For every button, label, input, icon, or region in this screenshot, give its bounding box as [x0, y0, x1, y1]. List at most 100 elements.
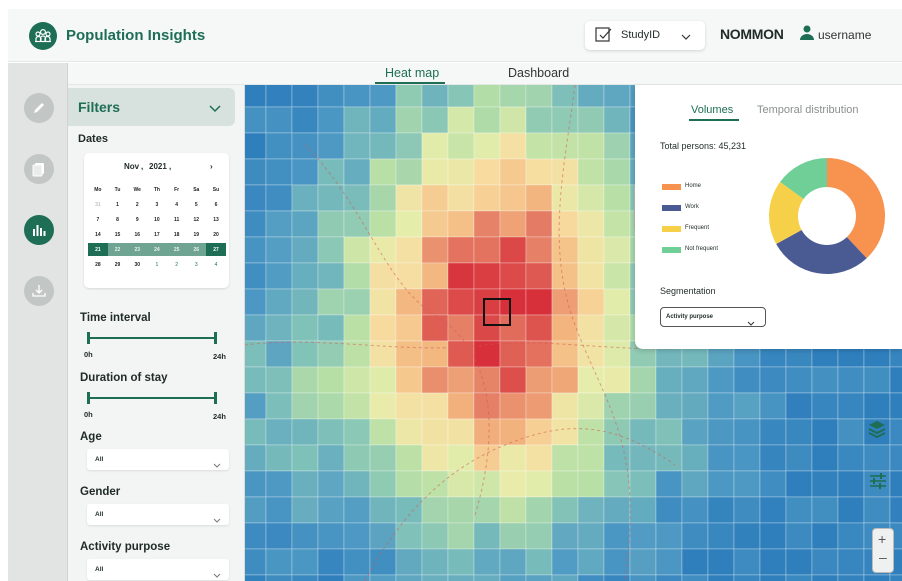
bar-chart-icon[interactable]	[24, 215, 54, 245]
heat-cell[interactable]	[577, 236, 605, 264]
study-select[interactable]: StudyID	[585, 21, 705, 50]
heat-cell[interactable]	[265, 106, 293, 134]
calendar-day[interactable]: 4	[206, 258, 226, 271]
heat-cell[interactable]	[369, 574, 397, 581]
heat-cell[interactable]	[421, 418, 449, 446]
heat-cell[interactable]	[245, 574, 267, 581]
heat-cell[interactable]	[551, 288, 579, 316]
age-select[interactable]: All	[87, 449, 229, 470]
heat-cell[interactable]	[245, 85, 267, 108]
heat-cell[interactable]	[733, 470, 761, 498]
heat-cell[interactable]	[889, 574, 902, 581]
heat-cell[interactable]	[317, 288, 345, 316]
heat-cell[interactable]	[551, 444, 579, 472]
heat-cell[interactable]	[681, 366, 709, 394]
heat-cell[interactable]	[343, 158, 371, 186]
heat-cell[interactable]	[525, 470, 553, 498]
heat-cell[interactable]	[245, 548, 267, 576]
heat-cell[interactable]	[499, 85, 527, 108]
heat-cell[interactable]	[395, 574, 423, 581]
heat-cell[interactable]	[759, 366, 787, 394]
heat-cell[interactable]	[629, 548, 657, 576]
time-interval-slider[interactable]	[87, 332, 217, 344]
heat-cell[interactable]	[551, 470, 579, 498]
heat-cell[interactable]	[447, 366, 475, 394]
heat-cell[interactable]	[577, 210, 605, 238]
heat-cell[interactable]	[551, 574, 579, 581]
heat-cell[interactable]	[837, 548, 865, 576]
heat-cell[interactable]	[291, 262, 319, 290]
calendar-day[interactable]: 13	[206, 213, 226, 226]
calendar-day[interactable]: 25	[166, 243, 187, 256]
heat-cell[interactable]	[499, 574, 527, 581]
heat-cell[interactable]	[525, 340, 553, 368]
heat-cell[interactable]	[811, 574, 839, 581]
heat-cell[interactable]	[473, 314, 501, 342]
calendar-day[interactable]: 22	[107, 243, 128, 256]
heat-cell[interactable]	[889, 418, 902, 446]
heat-cell[interactable]	[317, 132, 345, 160]
heat-cell[interactable]	[265, 548, 293, 576]
heat-cell[interactable]	[369, 132, 397, 160]
heat-cell[interactable]	[681, 444, 709, 472]
heat-cell[interactable]	[811, 392, 839, 420]
heat-cell[interactable]	[551, 158, 579, 186]
heat-cell[interactable]	[245, 392, 267, 420]
heat-cell[interactable]	[343, 574, 371, 581]
heat-cell[interactable]	[499, 132, 527, 160]
heat-cell[interactable]	[265, 340, 293, 368]
download-icon[interactable]	[24, 276, 54, 306]
heat-cell[interactable]	[343, 210, 371, 238]
heat-cell[interactable]	[525, 366, 553, 394]
heat-cell[interactable]	[369, 288, 397, 316]
heat-cell[interactable]	[707, 366, 735, 394]
heat-cell[interactable]	[707, 444, 735, 472]
heat-cell[interactable]	[291, 548, 319, 576]
heat-cell[interactable]	[421, 184, 449, 212]
heat-cell[interactable]	[395, 132, 423, 160]
heat-cell[interactable]	[421, 158, 449, 186]
heat-cell[interactable]	[577, 184, 605, 212]
heat-cell[interactable]	[837, 470, 865, 498]
heat-cell[interactable]	[395, 262, 423, 290]
heat-cell[interactable]	[421, 470, 449, 498]
heat-cell[interactable]	[245, 418, 267, 446]
heat-cell[interactable]	[525, 392, 553, 420]
heat-cell[interactable]	[551, 236, 579, 264]
heat-cell[interactable]	[291, 444, 319, 472]
calendar-day[interactable]: 19	[186, 228, 206, 241]
heat-cell[interactable]	[369, 470, 397, 498]
heat-cell[interactable]	[473, 522, 501, 550]
heat-cell[interactable]	[395, 470, 423, 498]
heat-cell[interactable]	[343, 548, 371, 576]
heat-cell[interactable]	[369, 210, 397, 238]
heat-cell[interactable]	[889, 392, 902, 420]
calendar-day[interactable]: 30	[127, 258, 147, 271]
heat-cell[interactable]	[785, 496, 813, 524]
heat-cell[interactable]	[473, 366, 501, 394]
heat-cell[interactable]	[265, 574, 293, 581]
heat-cell[interactable]	[577, 548, 605, 576]
heat-cell[interactable]	[759, 574, 787, 581]
heat-cell[interactable]	[447, 444, 475, 472]
calendar-day[interactable]: 4	[167, 198, 187, 211]
heat-cell[interactable]	[863, 444, 891, 472]
heat-cell[interactable]	[811, 548, 839, 576]
heat-cell[interactable]	[551, 496, 579, 524]
calendar-day[interactable]: 2	[167, 258, 187, 271]
heat-cell[interactable]	[447, 288, 475, 316]
calendar-day[interactable]: 7	[88, 213, 108, 226]
user-icon[interactable]	[800, 25, 814, 45]
pencil-icon[interactable]	[24, 93, 54, 123]
heat-cell[interactable]	[525, 262, 553, 290]
heat-cell[interactable]	[473, 418, 501, 446]
heat-cell[interactable]	[707, 522, 735, 550]
heat-cell[interactable]	[317, 340, 345, 368]
heat-cell[interactable]	[369, 314, 397, 342]
tab-volumes[interactable]: Volumes	[691, 104, 733, 116]
heat-cell[interactable]	[343, 496, 371, 524]
heat-cell[interactable]	[245, 106, 267, 134]
heat-cell[interactable]	[525, 236, 553, 264]
heat-cell[interactable]	[473, 236, 501, 264]
tab-temporal-distribution[interactable]: Temporal distribution	[757, 104, 859, 116]
